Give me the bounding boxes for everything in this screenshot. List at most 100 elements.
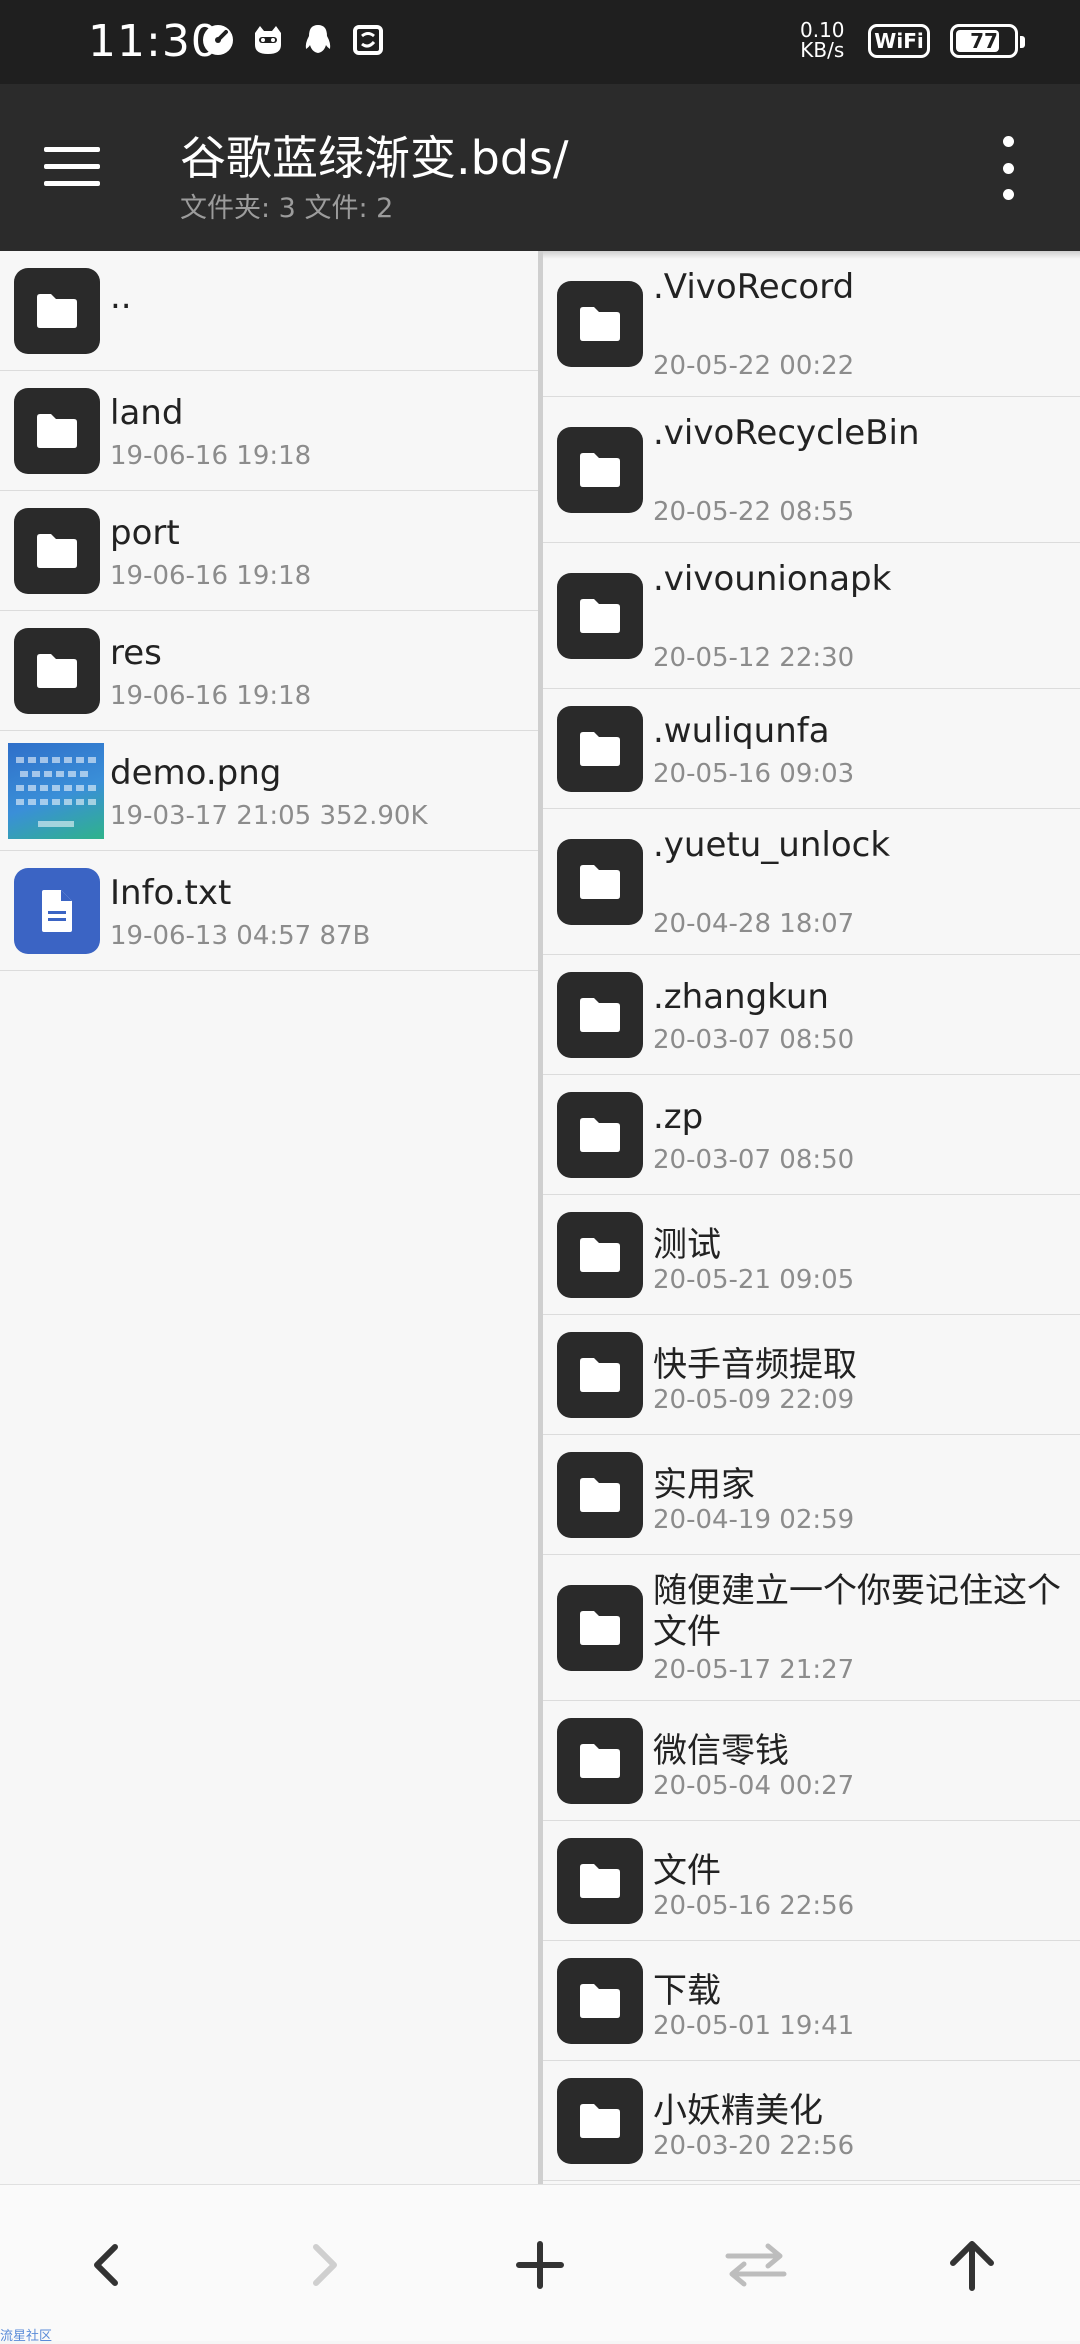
file-meta: 20-05-12 22:30: [653, 643, 855, 673]
folder-icon: [557, 1211, 643, 1298]
network-speed: 0.10 KB/s: [800, 20, 845, 60]
watermark: 流星社区: [0, 2329, 53, 2344]
list-item[interactable]: land 19-06-16 19:18: [0, 371, 540, 491]
battery-level: 77: [970, 29, 998, 53]
list-item[interactable]: res 19-06-16 19:18: [0, 611, 540, 731]
list-item[interactable]: .wuliqunfa 20-05-16 09:03: [543, 689, 1080, 809]
folder-icon: [557, 280, 643, 367]
plus-icon: [516, 2241, 564, 2289]
file-name: port: [110, 513, 180, 553]
list-item[interactable]: 快手音频提取 20-05-09 22:09: [543, 1315, 1080, 1435]
file-meta: 20-04-19 02:59: [653, 1505, 855, 1535]
file-name: .zhangkun: [653, 977, 829, 1017]
list-item[interactable]: .vivoRecycleBin 20-05-22 08:55: [543, 397, 1080, 543]
list-item[interactable]: .VivoRecord 20-05-22 00:22: [543, 251, 1080, 397]
right-file-pane[interactable]: .VivoRecord 20-05-22 00:22 .vivoRecycleBin…: [543, 251, 1080, 2184]
file-meta: 20-05-17 21:27: [653, 1655, 855, 1685]
cat-icon: [250, 22, 286, 58]
photo-app-icon: [350, 22, 386, 58]
list-item[interactable]: .vivounionapk 20-05-12 22:30: [543, 543, 1080, 689]
hamburger-menu-icon[interactable]: [44, 130, 124, 202]
right-file-list: .VivoRecord 20-05-22 00:22 .vivoRecycleBin…: [543, 251, 1080, 2184]
folder-icon: [557, 1957, 643, 2044]
pane-shadow: [543, 251, 1080, 259]
file-name: 下载: [653, 1971, 721, 2011]
folder-icon: [14, 387, 100, 474]
list-item[interactable]: 文件 20-05-16 22:56: [543, 1821, 1080, 1941]
list-item-parent-directory[interactable]: ..: [0, 251, 540, 371]
list-item[interactable]: 测试 20-05-21 09:05: [543, 1195, 1080, 1315]
file-name: 文件: [653, 1851, 721, 1891]
image-thumbnail: [8, 742, 104, 839]
file-meta: 20-05-22 00:22: [653, 351, 855, 381]
battery-cap: [1020, 36, 1025, 48]
folder-icon: [557, 1837, 643, 1924]
file-meta: 19-06-16 19:18: [110, 441, 312, 471]
file-meta: 20-05-16 09:03: [653, 759, 855, 789]
file-name: res: [110, 633, 162, 673]
file-name: 测试: [653, 1225, 721, 1265]
list-item[interactable]: Info.txt 19-06-13 04:57 87B: [0, 851, 540, 971]
file-name: 实用家: [653, 1465, 755, 1505]
folder-icon: [557, 572, 643, 659]
speedometer-icon: [200, 22, 236, 58]
add-button[interactable]: [500, 2225, 580, 2305]
bottom-toolbar: [0, 2184, 1080, 2341]
folder-icon: [14, 267, 100, 354]
folder-icon: [557, 705, 643, 792]
notification-icons: [200, 22, 386, 58]
file-meta: 20-03-07 08:50: [653, 1145, 855, 1175]
forward-button[interactable]: [284, 2225, 364, 2305]
file-name: land: [110, 393, 184, 433]
file-name: 微信零钱: [653, 1731, 789, 1771]
arrow-up-icon: [950, 2241, 994, 2291]
file-name: .wuliqunfa: [653, 711, 830, 751]
file-name: 随便建立一个你要记住这个文件: [653, 1571, 1061, 1652]
list-item[interactable]: 下载 20-05-01 19:41: [543, 1941, 1080, 2061]
folder-icon: [557, 971, 643, 1058]
wifi-icon: WiFi: [868, 24, 930, 58]
file-name: .zp: [653, 1097, 704, 1137]
folder-icon: [557, 1091, 643, 1178]
file-meta: 20-05-04 00:27: [653, 1771, 855, 1801]
file-meta: 20-05-16 22:56: [653, 1891, 855, 1921]
file-meta: 20-05-21 09:05: [653, 1265, 855, 1295]
parent-directory-button[interactable]: [932, 2225, 1012, 2305]
more-vert-icon[interactable]: [990, 136, 1026, 200]
list-item[interactable]: demo.png 19-03-17 21:05 352.90K: [0, 731, 540, 851]
list-item[interactable]: .zhangkun 20-03-07 08:50: [543, 955, 1080, 1075]
list-item[interactable]: 微信零钱 20-05-04 00:27: [543, 1701, 1080, 1821]
file-meta: 19-06-16 19:18: [110, 681, 312, 711]
list-item[interactable]: 随便建立一个你要记住这个文件 20-05-17 21:27: [543, 1555, 1080, 1701]
file-name: Info.txt: [110, 873, 232, 913]
list-item[interactable]: 实用家 20-04-19 02:59: [543, 1435, 1080, 1555]
network-speed-unit: KB/s: [800, 38, 845, 62]
chevron-right-icon: [313, 2244, 337, 2286]
swap-panes-button[interactable]: [716, 2225, 796, 2305]
folder-icon: [557, 2077, 643, 2164]
battery-icon: 77: [950, 24, 1025, 58]
file-name: .VivoRecord: [653, 267, 855, 307]
file-meta: 20-05-09 22:09: [653, 1385, 855, 1415]
folder-icon: [14, 507, 100, 594]
file-name: demo.png: [110, 753, 282, 793]
swap-arrows-icon: [725, 2243, 787, 2287]
folder-icon: [557, 426, 643, 513]
list-item[interactable]: port 19-06-16 19:18: [0, 491, 540, 611]
folder-icon: [14, 627, 100, 714]
file-name: .vivoRecycleBin: [653, 413, 920, 453]
folder-icon: [557, 1451, 643, 1538]
file-meta: 20-05-22 08:55: [653, 497, 855, 527]
file-name: 小妖精美化: [653, 2091, 823, 2131]
qq-icon: [300, 22, 336, 58]
app-bar: 谷歌蓝绿渐变.bds/ 文件夹: 3 文件: 2: [0, 84, 1080, 251]
left-file-pane[interactable]: .. land 19-06-16 19:18 port 19-06-16 19:…: [0, 251, 540, 2184]
list-item[interactable]: .yuetu_unlock 20-04-28 18:07: [543, 809, 1080, 955]
list-item[interactable]: 小妖精美化 20-03-20 22:56: [543, 2061, 1080, 2181]
file-name: .yuetu_unlock: [653, 825, 891, 865]
list-item[interactable]: .zp 20-03-07 08:50: [543, 1075, 1080, 1195]
file-meta: 20-03-20 22:56: [653, 2131, 855, 2161]
folder-icon: [557, 1584, 643, 1671]
folder-icon: [557, 1717, 643, 1804]
back-button[interactable]: [67, 2225, 147, 2305]
